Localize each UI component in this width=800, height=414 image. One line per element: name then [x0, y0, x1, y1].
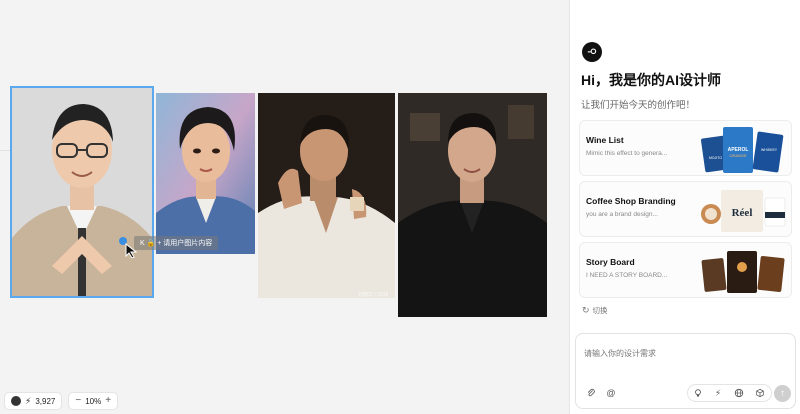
design-request-input[interactable]: 请输入你的设计需求 @ ⚡ ↑ — [575, 333, 796, 409]
photo-man-black-suit[interactable] — [398, 93, 547, 317]
credits-pill[interactable]: ⚡ 3,927 — [4, 392, 63, 410]
design-canvas[interactable]: 刘德华 / 2018 K 🔒 + 请用户图片内容 ⚡ 3,927 − 10% + — [0, 0, 568, 414]
globe-icon[interactable] — [732, 386, 746, 400]
switch-label: 切换 — [592, 306, 608, 315]
photo-man-white-shirt[interactable]: 刘德华 / 2018 — [258, 93, 395, 298]
story-board-thumbnail — [697, 245, 789, 297]
canvas-guide — [0, 150, 10, 151]
user-avatar[interactable] — [11, 396, 21, 406]
lightbulb-icon[interactable] — [691, 386, 705, 400]
brand-logo-icon — [582, 42, 602, 62]
photo-watermark: 刘德华 / 2018 — [358, 292, 389, 298]
zoom-level[interactable]: 10% — [85, 397, 101, 406]
zoom-in-button[interactable]: + — [105, 396, 111, 406]
coffee-branding-thumbnail: Réel — [697, 184, 789, 236]
zoom-control: − 10% + — [68, 392, 119, 410]
ai-tools-group: ⚡ — [687, 384, 772, 402]
refresh-icon: ↻ — [582, 305, 590, 315]
svg-text:Réel: Réel — [732, 207, 753, 219]
hover-tooltip: K 🔒 + 请用户图片内容 — [134, 236, 219, 250]
attachment-icon[interactable] — [584, 386, 598, 400]
card-title: Wine List — [586, 135, 624, 145]
input-placeholder: 请输入你的设计需求 — [584, 349, 656, 358]
template-card-coffee-shop-branding[interactable]: Coffee Shop Branding you are a brand des… — [579, 181, 792, 237]
mention-icon[interactable]: @ — [604, 386, 618, 400]
lightning-icon: ⚡ — [25, 395, 32, 406]
wine-list-thumbnail: APEROL ORANGE MOJITO WHISKEY — [697, 123, 789, 175]
card-desc: I NEED A STORY BOARD... — [586, 272, 668, 279]
credits-count: 3,927 — [35, 396, 56, 406]
svg-text:WHISKEY: WHISKEY — [761, 148, 778, 152]
zoom-out-button[interactable]: − — [75, 396, 81, 406]
canvas-bottom-toolbar: ⚡ 3,927 − 10% + — [4, 392, 119, 410]
template-cards: Wine List Mimic this effect to genera...… — [579, 120, 792, 303]
lightning-tool-icon[interactable]: ⚡ — [711, 386, 725, 400]
panel-subgreeting: 让我们开始今天的创作吧！ — [581, 100, 696, 111]
arrow-up-icon: ↑ — [780, 388, 785, 399]
send-button[interactable]: ↑ — [774, 385, 791, 402]
svg-text:ORANGE: ORANGE — [729, 153, 747, 158]
card-title: Coffee Shop Branding — [586, 196, 676, 206]
template-card-story-board[interactable]: Story Board I NEED A STORY BOARD... — [579, 242, 792, 298]
panel-greeting: Hi，我是你的AI设计师 — [581, 72, 721, 88]
photo-man-glasses[interactable] — [10, 86, 154, 298]
template-card-wine-list[interactable]: Wine List Mimic this effect to genera...… — [579, 120, 792, 176]
ai-designer-panel: Hi，我是你的AI设计师 让我们开始今天的创作吧！ Wine List Mimi… — [569, 0, 800, 414]
card-title: Story Board — [586, 257, 635, 267]
switch-templates-button[interactable]: ↻ 切换 — [582, 305, 608, 316]
card-desc: Mimic this effect to genera... — [586, 150, 668, 157]
svg-text:MOJITO: MOJITO — [709, 156, 722, 160]
cube-icon[interactable] — [753, 386, 767, 400]
photo-man-denim[interactable] — [156, 93, 255, 254]
card-desc: you are a brand design... — [586, 211, 658, 218]
